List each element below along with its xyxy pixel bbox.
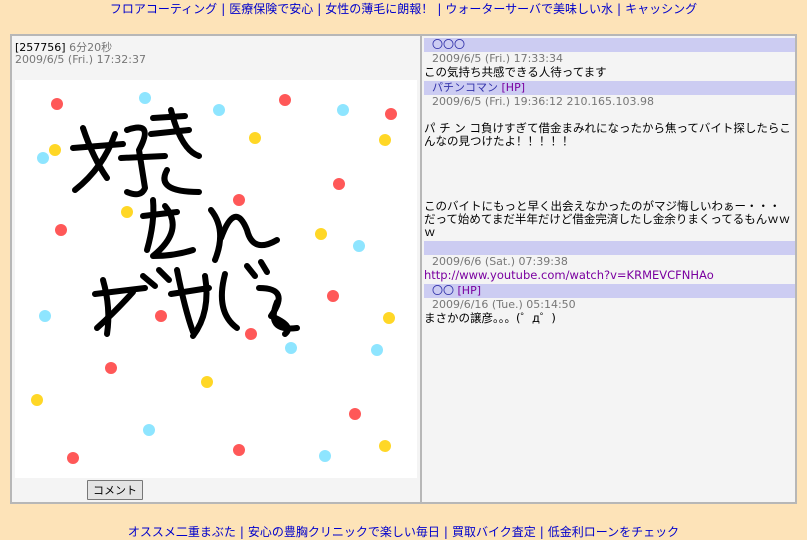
separator: | [443,525,448,539]
drawing-image [31,92,397,464]
comment-body: パ チ ン コ負けすぎて借金まみれになったから焦ってバイト探したらこんなの見つけ… [424,121,791,239]
comment-author: 〇〇〇 [432,38,465,51]
confetti-dot [385,108,397,120]
comment-body: この気持ち共感できる人待ってます [424,65,607,79]
separator: | [317,2,322,16]
confetti-dot [37,152,49,164]
comment-date: 2009/6/5 (Fri.) 19:36:12 210.165.103.98 [432,95,654,108]
confetti-dot [55,224,67,236]
confetti-dot [233,444,245,456]
separator: | [437,2,442,16]
confetti-dot [51,98,63,110]
comment-body: http://www.youtube.com/watch?v=KRMEVCFNH… [422,269,795,282]
homepage-link[interactable]: [HP] [502,81,526,94]
confetti-dot [155,310,167,322]
handwritten-text [70,107,300,339]
confetti-dot [249,132,261,144]
confetti-dot [371,344,383,356]
confetti-dot [143,424,155,436]
comment-body: まさかの譲彦。。。(゜д゜) [424,311,556,325]
youtube-link[interactable]: http://www.youtube.com/watch?v=KRMEVCFNH… [424,268,714,282]
ad-link-bike-purchase[interactable]: 買取バイク査定 [452,525,536,539]
comment-button[interactable]: コメント [87,480,143,500]
comment-author: パチンコマン [432,81,498,94]
ad-link-double-eyelid[interactable]: オススメ二重まぶた [128,525,236,539]
ad-link-cashing[interactable]: キャッシング [625,2,697,16]
comment-item: 〇〇〇 2009/6/5 (Fri.) 17:33:34 この気持ち共感できる人… [422,38,795,79]
confetti-dot [319,450,331,462]
confetti-dot [139,92,151,104]
ad-link-water-server[interactable]: ウォーターサーバで美味しい水 [445,2,613,16]
confetti-dot [49,144,61,156]
confetti-dot [379,440,391,452]
comment-header [424,241,795,255]
comment-date: 2009/6/16 (Tue.) 05:14:50 [432,298,576,311]
comment-item: 〇〇 [HP] 2009/6/16 (Tue.) 05:14:50 まさかの譲彦… [422,284,795,325]
ad-link-loan[interactable]: 低金利ローンをチェック [548,525,679,539]
comment-date: 2009/6/6 (Sat.) 07:39:38 [432,255,568,268]
comment-item: 2009/6/6 (Sat.) 07:39:38 http://www.yout… [422,241,795,282]
comment-author: 〇〇 [432,284,454,297]
confetti-dot [353,240,365,252]
separator: | [617,2,622,16]
confetti-dot [245,328,257,340]
separator: | [221,2,226,16]
ad-link-hair-loss[interactable]: 女性の薄毛に朗報！ [325,2,433,16]
confetti-dot [337,104,349,116]
confetti-dot [383,312,395,324]
confetti-dot [121,206,133,218]
confetti-dot [349,408,361,420]
ad-link-floor-coating[interactable]: フロアコーティング [110,2,217,16]
confetti-dot [233,194,245,206]
confetti-dot [315,228,327,240]
confetti-dot [213,104,225,116]
confetti-dot [279,94,291,106]
confetti-dot [201,376,213,388]
comment-date: 2009/6/5 (Fri.) 17:33:34 [432,52,563,65]
post-panel: [257756] 6分20秒 2009/6/5 (Fri.) 17:32:37 [10,34,797,504]
separator: | [239,525,244,539]
comments-column: 〇〇〇 2009/6/5 (Fri.) 17:33:34 この気持ち共感できる人… [422,36,795,502]
separator: | [539,525,544,539]
homepage-link[interactable]: [HP] [458,284,482,297]
confetti-dot [285,342,297,354]
comment-item: パチンコマン [HP] 2009/6/5 (Fri.) 19:36:12 210… [422,81,795,239]
drawing-canvas [15,80,417,478]
post-date: 2009/6/5 (Fri.) 17:32:37 [15,53,146,66]
top-ad-links: フロアコーティング | 医療保険で安心 | 女性の薄毛に朗報！ | ウォーターサーバで美味し… [0,0,807,17]
confetti-dot [333,178,345,190]
bottom-ad-links: オススメ二重まぶた | 安心の豊胸クリニックで楽しい毎日 | 買取バイク査定 | 低金利ロー… [0,523,807,540]
confetti-dot [39,310,51,322]
confetti-dot [105,362,117,374]
ad-link-medical-insurance[interactable]: 医療保険で安心 [229,2,313,16]
ad-link-clinic[interactable]: 安心の豊胸クリニックで楽しい毎日 [248,525,440,539]
comment-header: 〇〇 [HP] [424,284,795,298]
confetti-dot [379,134,391,146]
drawing-column: [257756] 6分20秒 2009/6/5 (Fri.) 17:32:37 [12,36,422,502]
comment-header: パチンコマン [HP] [424,81,795,95]
confetti-dot [31,394,43,406]
comment-header: 〇〇〇 [424,38,795,52]
confetti-dot [67,452,79,464]
confetti-dot [327,290,339,302]
